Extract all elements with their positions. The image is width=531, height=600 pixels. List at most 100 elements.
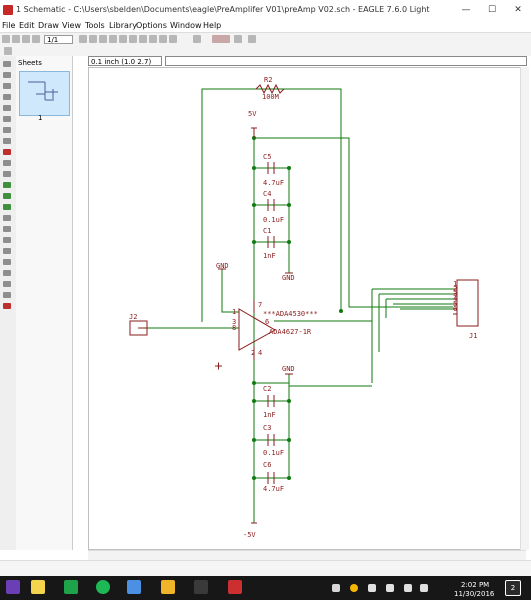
rectangle-icon[interactable] — [3, 259, 11, 265]
junction-dot — [287, 203, 291, 207]
print-icon[interactable] — [22, 35, 30, 43]
junction-dot — [287, 166, 291, 170]
keyboard-icon[interactable] — [420, 584, 428, 592]
sheet-thumbnail[interactable] — [19, 71, 70, 116]
polygon-icon[interactable] — [3, 270, 11, 276]
redraw-icon[interactable] — [129, 35, 137, 43]
dimension-icon[interactable] — [3, 292, 11, 298]
junction-icon[interactable] — [3, 204, 11, 210]
maximize-button[interactable]: ☐ — [479, 0, 505, 20]
zoom-out-icon[interactable] — [109, 35, 117, 43]
minimize-button[interactable]: — — [453, 0, 479, 20]
zoom-select-icon[interactable] — [119, 35, 127, 43]
go-icon[interactable] — [169, 35, 177, 43]
menu-edit[interactable]: Edit — [19, 21, 35, 30]
vertical-scrollbar[interactable] — [520, 67, 529, 550]
menu-file[interactable]: File — [2, 21, 15, 30]
coordinate-field: 0.1 inch (1.0 2.7) — [88, 56, 162, 66]
folder-app-icon[interactable] — [161, 580, 175, 594]
wifi-icon[interactable] — [368, 584, 376, 592]
menu-help[interactable]: Help — [203, 21, 221, 30]
speaker-icon[interactable] — [386, 584, 394, 592]
amp-bottom-label: ADA4627-1R — [269, 328, 312, 336]
notifications-button[interactable]: 2 — [505, 580, 521, 596]
label-icon[interactable] — [3, 215, 11, 221]
info-icon[interactable] — [3, 61, 11, 67]
menu-view[interactable]: View — [62, 21, 81, 30]
gnd-mid-label: GND — [282, 365, 295, 373]
arc-icon[interactable] — [3, 248, 11, 254]
visual-studio-icon[interactable] — [6, 580, 20, 594]
c1-value: 1nF — [263, 252, 276, 260]
drive-icon[interactable] — [127, 580, 141, 594]
delete-icon[interactable] — [3, 149, 11, 155]
vminus-label: -5V — [243, 531, 256, 539]
net-icon[interactable] — [3, 182, 11, 188]
window-title: 1 Schematic - C:\Users\sbelden\Documents… — [16, 5, 430, 14]
move-icon[interactable] — [3, 105, 11, 111]
vplus-symbol — [251, 127, 257, 138]
copy-icon[interactable] — [3, 116, 11, 122]
junction-dot — [339, 309, 343, 313]
erc-icon[interactable] — [3, 303, 11, 309]
menu-options[interactable]: Options — [136, 21, 167, 30]
pinswap-icon[interactable] — [3, 171, 11, 177]
gnd-left-link — [221, 269, 239, 313]
stop-icon[interactable] — [159, 35, 167, 43]
spotify-icon[interactable] — [96, 580, 110, 594]
circle-icon[interactable] — [3, 237, 11, 243]
open-icon[interactable] — [2, 35, 10, 43]
attribute-icon[interactable] — [3, 281, 11, 287]
board-icon[interactable] — [32, 35, 40, 43]
text-icon[interactable] — [3, 226, 11, 232]
mirror-icon[interactable] — [3, 127, 11, 133]
undo-icon[interactable] — [139, 35, 147, 43]
layer-icon[interactable] — [248, 35, 256, 43]
zoom-fit-icon[interactable] — [89, 35, 97, 43]
eagle-app-icon — [3, 5, 13, 15]
close-button[interactable]: ✕ — [505, 0, 531, 20]
mark-icon[interactable] — [3, 94, 11, 100]
add-icon[interactable] — [3, 160, 11, 166]
menu-draw[interactable]: Draw — [38, 21, 59, 30]
cam-icon[interactable] — [79, 35, 87, 43]
schematic-canvas[interactable]: R2 100M 5V C5 4.7uF C4 0.1uF C1 1nF GND … — [88, 67, 526, 550]
schematic-drawing: R2 100M 5V C5 4.7uF C4 0.1uF C1 1nF GND … — [129, 76, 479, 539]
bus-icon[interactable] — [3, 193, 11, 199]
battery-icon[interactable] — [404, 584, 412, 592]
rotate-icon[interactable] — [3, 138, 11, 144]
status-strip — [0, 560, 531, 577]
menu-library[interactable]: Library — [109, 21, 137, 30]
menu-bar: File Edit Draw View Tools Library Option… — [0, 20, 531, 32]
secondary-toolbar — [0, 46, 531, 56]
sheet-selector[interactable]: 1/1 — [44, 35, 73, 44]
terminal-icon[interactable] — [194, 580, 208, 594]
junction-dot — [287, 476, 291, 480]
weather-icon[interactable] — [350, 584, 358, 592]
eagle-taskbar-icon[interactable] — [228, 580, 242, 594]
drc-icon[interactable] — [234, 35, 242, 43]
junction-dot — [252, 166, 256, 170]
display-icon[interactable] — [3, 83, 11, 89]
gnd-top-label: GND — [282, 274, 295, 282]
opamp-pin-8-label: 8 — [232, 324, 236, 332]
people-icon[interactable] — [332, 584, 340, 592]
redo-icon[interactable] — [149, 35, 157, 43]
design-check-icon[interactable] — [212, 35, 230, 43]
opamp-pin-4-label: 4 — [258, 349, 262, 357]
sticky-notes-icon[interactable] — [31, 580, 45, 594]
menu-tools[interactable]: Tools — [85, 21, 105, 30]
zoom-in-icon[interactable] — [99, 35, 107, 43]
gnd-left-label: GND — [216, 262, 229, 270]
save-icon[interactable] — [12, 35, 20, 43]
show-icon[interactable] — [3, 72, 11, 78]
command-line-input[interactable] — [165, 56, 527, 66]
gnd-mid-link — [288, 374, 372, 387]
menu-window[interactable]: Window — [170, 21, 202, 30]
amp-top-label: ***ADA4530*** — [263, 310, 318, 318]
help-icon[interactable] — [193, 35, 201, 43]
opamp-pin-2-label: 2 — [251, 349, 255, 357]
app-icon[interactable] — [64, 580, 78, 594]
grid-icon[interactable] — [4, 47, 12, 55]
tool-panel — [0, 56, 17, 550]
